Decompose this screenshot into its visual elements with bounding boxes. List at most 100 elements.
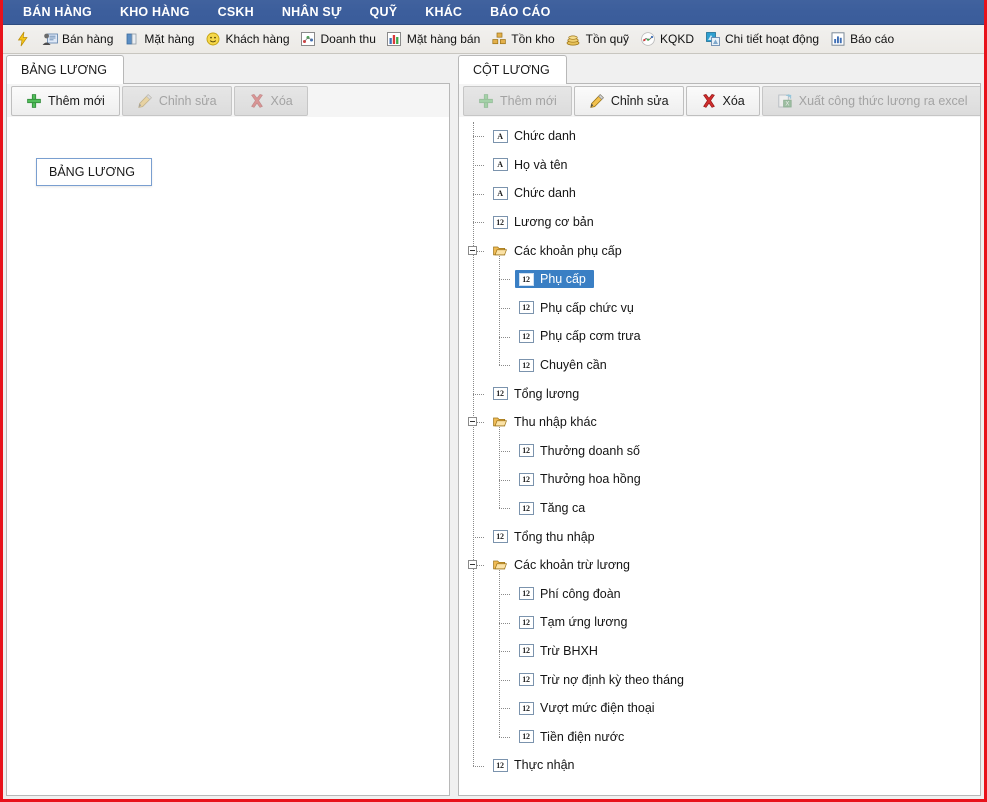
menubar-item-4[interactable]: QUỸ xyxy=(356,2,412,22)
menubar-item-2[interactable]: CSKH xyxy=(204,2,268,22)
main-menubar: BÁN HÀNG KHO HÀNG CSKH NHÂN SỰ QUỸ KHÁC BÁO CÁ… xyxy=(3,0,984,25)
tree-item[interactable]: 12 Trừ nợ định kỳ theo tháng xyxy=(459,665,980,694)
toolbar-item-mặt-hàng-bán[interactable]: Mặt hàng bán xyxy=(383,29,487,49)
toolbar-item-bán-hàng[interactable]: Bán hàng xyxy=(38,29,120,49)
number-field-icon: 12 xyxy=(518,272,534,286)
activity-detail-icon xyxy=(704,31,721,47)
toolbar-item-kqkd[interactable]: KQKD xyxy=(636,29,701,49)
number-field-icon: 12 xyxy=(518,329,534,343)
toolbar-item-label: Mặt hàng xyxy=(144,32,195,46)
excel-export-icon: X xyxy=(777,93,793,109)
toolbar-item-chi-tiết-hoạt-động[interactable]: Chi tiết hoạt động xyxy=(701,29,826,49)
number-field-icon: 12 xyxy=(518,358,534,372)
delete-button: Xóa xyxy=(233,85,308,116)
left-button-bar: Thêm mới Chỉnh sửa Xóa xyxy=(7,84,449,118)
tree-item[interactable]: Các khoản trừ lương xyxy=(459,551,980,580)
tree-item[interactable]: A Chức danh xyxy=(459,122,980,151)
tab-cot-luong[interactable]: CỘT LƯƠNG xyxy=(458,55,567,84)
tree-item[interactable]: 12 Lương cơ bản xyxy=(459,208,980,237)
toolbar-item-label: Mặt hàng bán xyxy=(406,32,481,46)
number-field-icon: 12 xyxy=(518,730,534,744)
toolbar-item-lightning-icon[interactable] xyxy=(11,29,38,49)
tree-item-content: Các khoản trừ lương xyxy=(489,556,638,574)
tree-item[interactable]: Các khoản phụ cấp xyxy=(459,236,980,265)
tree-item-label: Tạm ứng lương xyxy=(540,615,628,630)
left-panel-body: Thêm mới Chỉnh sửa Xóa BẢNG LƯƠNG xyxy=(6,84,450,796)
tab-bang-luong[interactable]: BẢNG LƯƠNG xyxy=(6,55,124,84)
tree-item[interactable]: 12 Phí công đoàn xyxy=(459,580,980,609)
tree-item[interactable]: A Họ và tên xyxy=(459,151,980,180)
button-label: Xuất công thức lương ra excel xyxy=(798,93,968,108)
bar-chart-icon xyxy=(386,31,403,47)
plus-icon xyxy=(26,93,42,109)
number-field-icon: 12 xyxy=(518,644,534,658)
menubar-item-0[interactable]: BÁN HÀNG xyxy=(9,2,106,22)
menubar-item-6[interactable]: BÁO CÁO xyxy=(476,2,564,22)
tree-item[interactable]: 12 Tổng lương xyxy=(459,379,980,408)
tree-item[interactable]: Thu nhập khác xyxy=(459,408,980,437)
tree-item[interactable]: 12 Thưởng hoa hồng xyxy=(459,465,980,494)
text-field-icon: A xyxy=(492,129,508,143)
tree-item-content: 12 Trừ nợ định kỳ theo tháng xyxy=(515,671,692,689)
add-new-button[interactable]: Thêm mới xyxy=(11,85,120,116)
toolbar-item-mặt-hàng[interactable]: Mặt hàng xyxy=(120,29,201,49)
tree-item[interactable]: 12 Chuyên cần xyxy=(459,351,980,380)
menubar-item-1[interactable]: KHO HÀNG xyxy=(106,2,204,22)
tree-item[interactable]: 12 Phụ cấp xyxy=(459,265,980,294)
tree-item[interactable]: A Chức danh xyxy=(459,179,980,208)
button-label: Thêm mới xyxy=(500,93,557,108)
tree-item[interactable]: 12 Tiền điện nước xyxy=(459,722,980,751)
tree-item[interactable]: 12 Tổng thu nhập xyxy=(459,522,980,551)
tree-item-label: Vượt mức điện thoại xyxy=(540,701,655,716)
number-field-icon: 12 xyxy=(492,530,508,544)
tree-item[interactable]: 12 Tăng ca xyxy=(459,494,980,523)
tree-item-content: 12 Tổng lương xyxy=(489,385,587,403)
number-field-icon: 12 xyxy=(518,472,534,486)
toolbar-item-tồn-quỹ[interactable]: Tồn quỹ xyxy=(562,29,636,49)
icon-toolbar: Bán hàng Mặt hàng Khách hàng Doanh thu Mặt h… xyxy=(3,25,984,54)
number-field-icon: 12 xyxy=(518,587,534,601)
tree-item[interactable]: 12 Thực nhận xyxy=(459,751,980,780)
toolbar-item-label: Khách hàng xyxy=(225,32,290,46)
tree-item-label: Thưởng hoa hồng xyxy=(540,472,641,487)
tree-item[interactable]: 12 Tạm ứng lương xyxy=(459,608,980,637)
tree-item-content: 12 Thực nhận xyxy=(489,756,583,774)
menubar-item-3[interactable]: NHÂN SỰ xyxy=(268,2,356,22)
x-mark-icon xyxy=(701,93,717,109)
tree-item-label: Phụ cấp xyxy=(540,272,586,287)
tree-item-content: 12 Vượt mức điện thoại xyxy=(515,699,663,717)
tree-item[interactable]: 12 Vượt mức điện thoại xyxy=(459,694,980,723)
text-field-icon: A xyxy=(492,158,508,172)
number-field-icon: 12 xyxy=(518,358,534,372)
left-tabstrip: BẢNG LƯƠNG xyxy=(6,55,450,84)
number-field-icon: 12 xyxy=(518,272,534,286)
button-label: Thêm mới xyxy=(48,93,105,108)
toolbar-item-doanh-thu[interactable]: Doanh thu xyxy=(297,29,383,49)
tab-label: BẢNG LƯƠNG xyxy=(21,63,107,77)
tree-item-label: Trừ BHXH xyxy=(540,643,598,658)
tree-item[interactable]: 12 Phụ cấp chức vụ xyxy=(459,294,980,323)
inventory-boxes-icon xyxy=(490,31,507,47)
text-field-icon: A xyxy=(492,129,508,143)
tree-item-label: Tiền điện nước xyxy=(540,729,625,744)
tree-item-content: 12 Lương cơ bản xyxy=(489,213,602,231)
text-field-icon: A xyxy=(492,186,508,200)
panel-splitter[interactable] xyxy=(450,55,458,796)
product-box-icon xyxy=(123,31,140,47)
number-field-icon: 12 xyxy=(518,644,534,658)
toolbar-item-khách-hàng[interactable]: Khách hàng xyxy=(201,29,296,49)
salary-column-tree[interactable]: A Chức danh A Họ và tên A Chức danh 12 Lương cơ… xyxy=(459,118,980,795)
pencil-icon xyxy=(589,93,605,109)
tree-item[interactable]: 12 Trừ BHXH xyxy=(459,637,980,666)
lightning-icon xyxy=(14,31,31,47)
number-field-icon: 12 xyxy=(492,215,508,229)
toolbar-item-báo-cáo[interactable]: Báo cáo xyxy=(826,29,901,49)
toolbar-item-label: KQKD xyxy=(660,32,695,46)
edit-button[interactable]: Chỉnh sửa xyxy=(573,85,684,116)
tree-item-label: Các khoản trừ lương xyxy=(514,558,630,573)
toolbar-item-tồn-kho[interactable]: Tồn kho xyxy=(487,29,561,49)
menubar-item-5[interactable]: KHÁC xyxy=(411,2,476,22)
tree-item[interactable]: 12 Phụ cấp cơm trưa xyxy=(459,322,980,351)
tree-item[interactable]: 12 Thưởng doanh số xyxy=(459,437,980,466)
delete-button[interactable]: Xóa xyxy=(685,85,760,116)
